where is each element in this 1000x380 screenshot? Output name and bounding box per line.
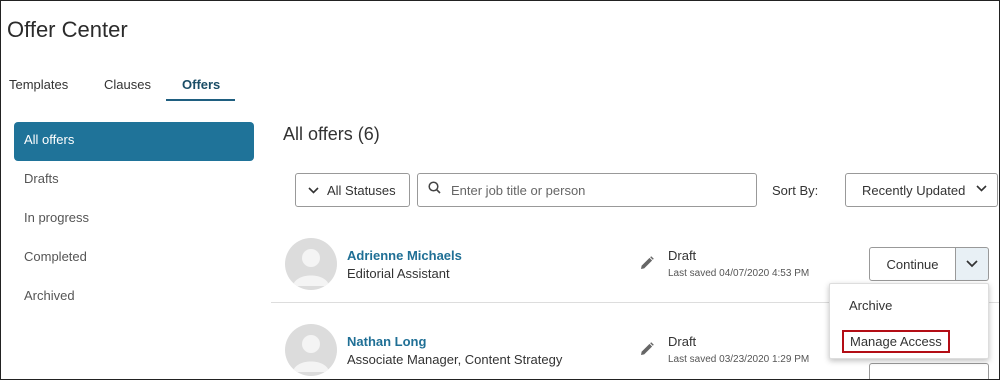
tab-templates[interactable]: Templates <box>9 77 68 92</box>
sidebar-item-archived[interactable]: Archived <box>14 278 254 317</box>
continue-button[interactable]: Continue <box>869 247 956 281</box>
sidebar-item-completed[interactable]: Completed <box>14 239 254 278</box>
sort-select[interactable]: Recently Updated <box>845 173 998 207</box>
offer-last-saved: Last saved 03/23/2020 1:29 PM <box>668 354 810 365</box>
sort-select-value: Recently Updated <box>862 182 966 198</box>
actions-menu: Archive Manage Access <box>829 283 989 359</box>
sidebar-item-in-progress[interactable]: In progress <box>14 200 254 239</box>
continue-button[interactable] <box>869 363 989 379</box>
status-filter-label: All Statuses <box>327 182 396 198</box>
chevron-down-icon <box>976 185 987 192</box>
sidebar-item-drafts[interactable]: Drafts <box>14 161 254 200</box>
avatar <box>285 238 337 290</box>
sort-label: Sort By: <box>772 183 819 198</box>
search-box <box>417 173 757 207</box>
offer-status: Draft <box>668 248 697 263</box>
window: Offer Center Templates Clauses Offers Al… <box>0 0 1000 380</box>
page-title: Offer Center <box>7 17 128 42</box>
offer-candidate-name[interactable]: Nathan Long <box>347 334 426 349</box>
avatar <box>285 324 337 376</box>
more-actions-button[interactable] <box>955 247 989 281</box>
tab-offers[interactable]: Offers <box>182 77 220 92</box>
chevron-down-icon <box>308 186 319 194</box>
tab-bar: Templates Clauses Offers <box>1 71 999 102</box>
main-title: All offers (6) <box>283 124 380 144</box>
sidebar-item-all-offers[interactable]: All offers <box>14 122 254 161</box>
offer-status: Draft <box>668 334 697 349</box>
tab-clauses[interactable]: Clauses <box>104 77 151 92</box>
menu-item-archive[interactable]: Archive <box>849 298 892 313</box>
avatar-placeholder-icon <box>293 335 329 372</box>
search-input[interactable] <box>451 182 741 198</box>
status-filter-button[interactable]: All Statuses <box>295 173 410 207</box>
active-tab-indicator <box>166 99 235 101</box>
menu-item-manage-access[interactable]: Manage Access <box>842 330 950 353</box>
pencil-icon <box>639 255 655 276</box>
avatar-placeholder-icon <box>293 249 329 286</box>
search-icon <box>428 181 441 199</box>
offer-last-saved: Last saved 04/07/2020 4:53 PM <box>668 268 810 279</box>
offer-candidate-name[interactable]: Adrienne Michaels <box>347 248 462 263</box>
offer-job-title: Editorial Assistant <box>347 266 450 281</box>
sidebar: All offers Drafts In progress Completed … <box>14 122 254 317</box>
chevron-down-icon <box>966 255 978 273</box>
pencil-icon <box>639 341 655 362</box>
offer-job-title: Associate Manager, Content Strategy <box>347 352 563 367</box>
